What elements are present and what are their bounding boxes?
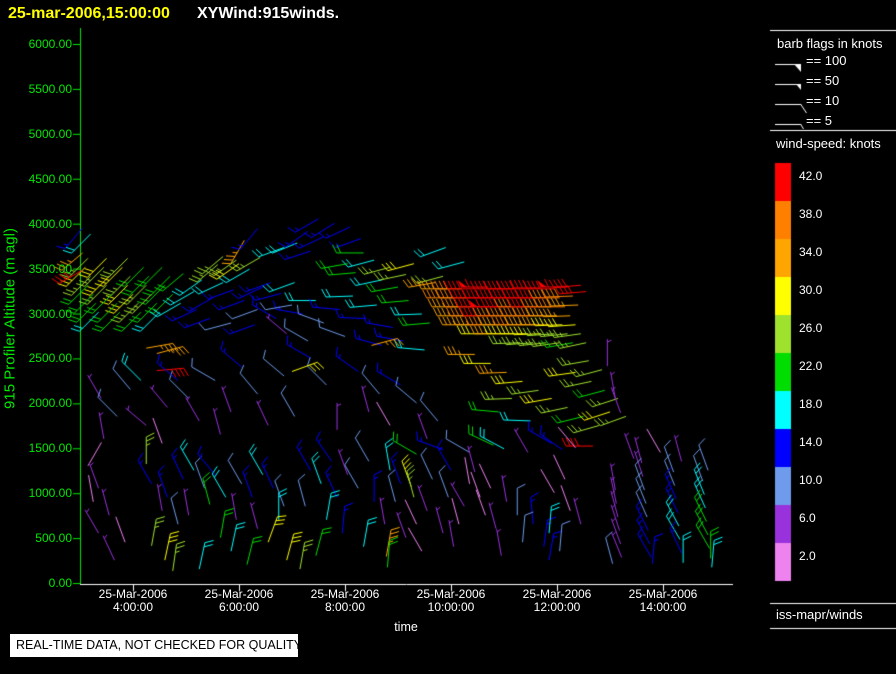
quality-notice-box: REAL-TIME DATA, NOT CHECKED FOR QUALITY — [10, 634, 298, 657]
colorbar-title: wind-speed: knots — [776, 136, 881, 151]
y-tick-label: 500.00 — [0, 531, 72, 545]
y-tick-label: 4000.00 — [0, 217, 72, 231]
colorbar-tick-label: 10.0 — [799, 473, 822, 487]
x-tick-label: 25-Mar-20068:00:00 — [295, 588, 395, 614]
x-tick-text: 6:00:00 — [189, 601, 289, 614]
colorbar-tick-label: 38.0 — [799, 207, 822, 221]
colorbar-tick-label: 2.0 — [799, 549, 816, 563]
y-tick-label: 5500.00 — [0, 82, 72, 96]
x-tick-label: 25-Mar-200612:00:00 — [507, 588, 607, 614]
barb-flag-legend-label: == 50 — [806, 73, 839, 88]
y-tick-label: 4500.00 — [0, 172, 72, 186]
barb-flag-legend-label: == 100 — [806, 53, 847, 68]
colorbar-tick-label: 30.0 — [799, 283, 822, 297]
x-tick-text: 12:00:00 — [507, 601, 607, 614]
colorbar-tick-label: 22.0 — [799, 359, 822, 373]
wind-profile-plot-canvas — [0, 0, 896, 674]
y-tick-label: 5000.00 — [0, 127, 72, 141]
x-tick-label: 25-Mar-20064:00:00 — [83, 588, 183, 614]
y-tick-label: 0.00 — [0, 576, 72, 590]
y-tick-label: 3000.00 — [0, 307, 72, 321]
page-title: XYWind:915winds. — [197, 5, 339, 23]
x-tick-text: 10:00:00 — [401, 601, 501, 614]
barb-flag-legend-label: == 10 — [806, 93, 839, 108]
x-tick-label: 25-Mar-200614:00:00 — [613, 588, 713, 614]
barb-flags-legend-title: barb flags in knots — [777, 36, 883, 51]
xywind-profiler-window: 25-mar-2006,15:00:00 XYWind:915winds. 91… — [0, 0, 896, 674]
y-tick-label: 6000.00 — [0, 37, 72, 51]
y-tick-label: 1000.00 — [0, 486, 72, 500]
y-tick-label: 3500.00 — [0, 262, 72, 276]
x-tick-label: 25-Mar-200610:00:00 — [401, 588, 501, 614]
y-tick-label: 2000.00 — [0, 396, 72, 410]
colorbar-tick-label: 18.0 — [799, 397, 822, 411]
quality-notice-text: REAL-TIME DATA, NOT CHECKED FOR QUALITY — [10, 634, 298, 657]
data-source-label: iss-mapr/winds — [776, 607, 863, 622]
y-tick-label: 2500.00 — [0, 351, 72, 365]
plot-timestamp: 25-mar-2006,15:00:00 — [8, 5, 170, 23]
colorbar-tick-label: 34.0 — [799, 245, 822, 259]
barb-flag-legend-label: == 5 — [806, 113, 832, 128]
x-tick-text: 14:00:00 — [613, 601, 713, 614]
x-tick-text: 8:00:00 — [295, 601, 395, 614]
y-tick-label: 1500.00 — [0, 441, 72, 455]
x-tick-label: 25-Mar-20066:00:00 — [189, 588, 289, 614]
x-tick-text: 4:00:00 — [83, 601, 183, 614]
x-axis-title: time — [376, 620, 436, 634]
colorbar-tick-label: 26.0 — [799, 321, 822, 335]
colorbar-tick-label: 42.0 — [799, 169, 822, 183]
colorbar-tick-label: 14.0 — [799, 435, 822, 449]
colorbar-tick-label: 6.0 — [799, 511, 816, 525]
